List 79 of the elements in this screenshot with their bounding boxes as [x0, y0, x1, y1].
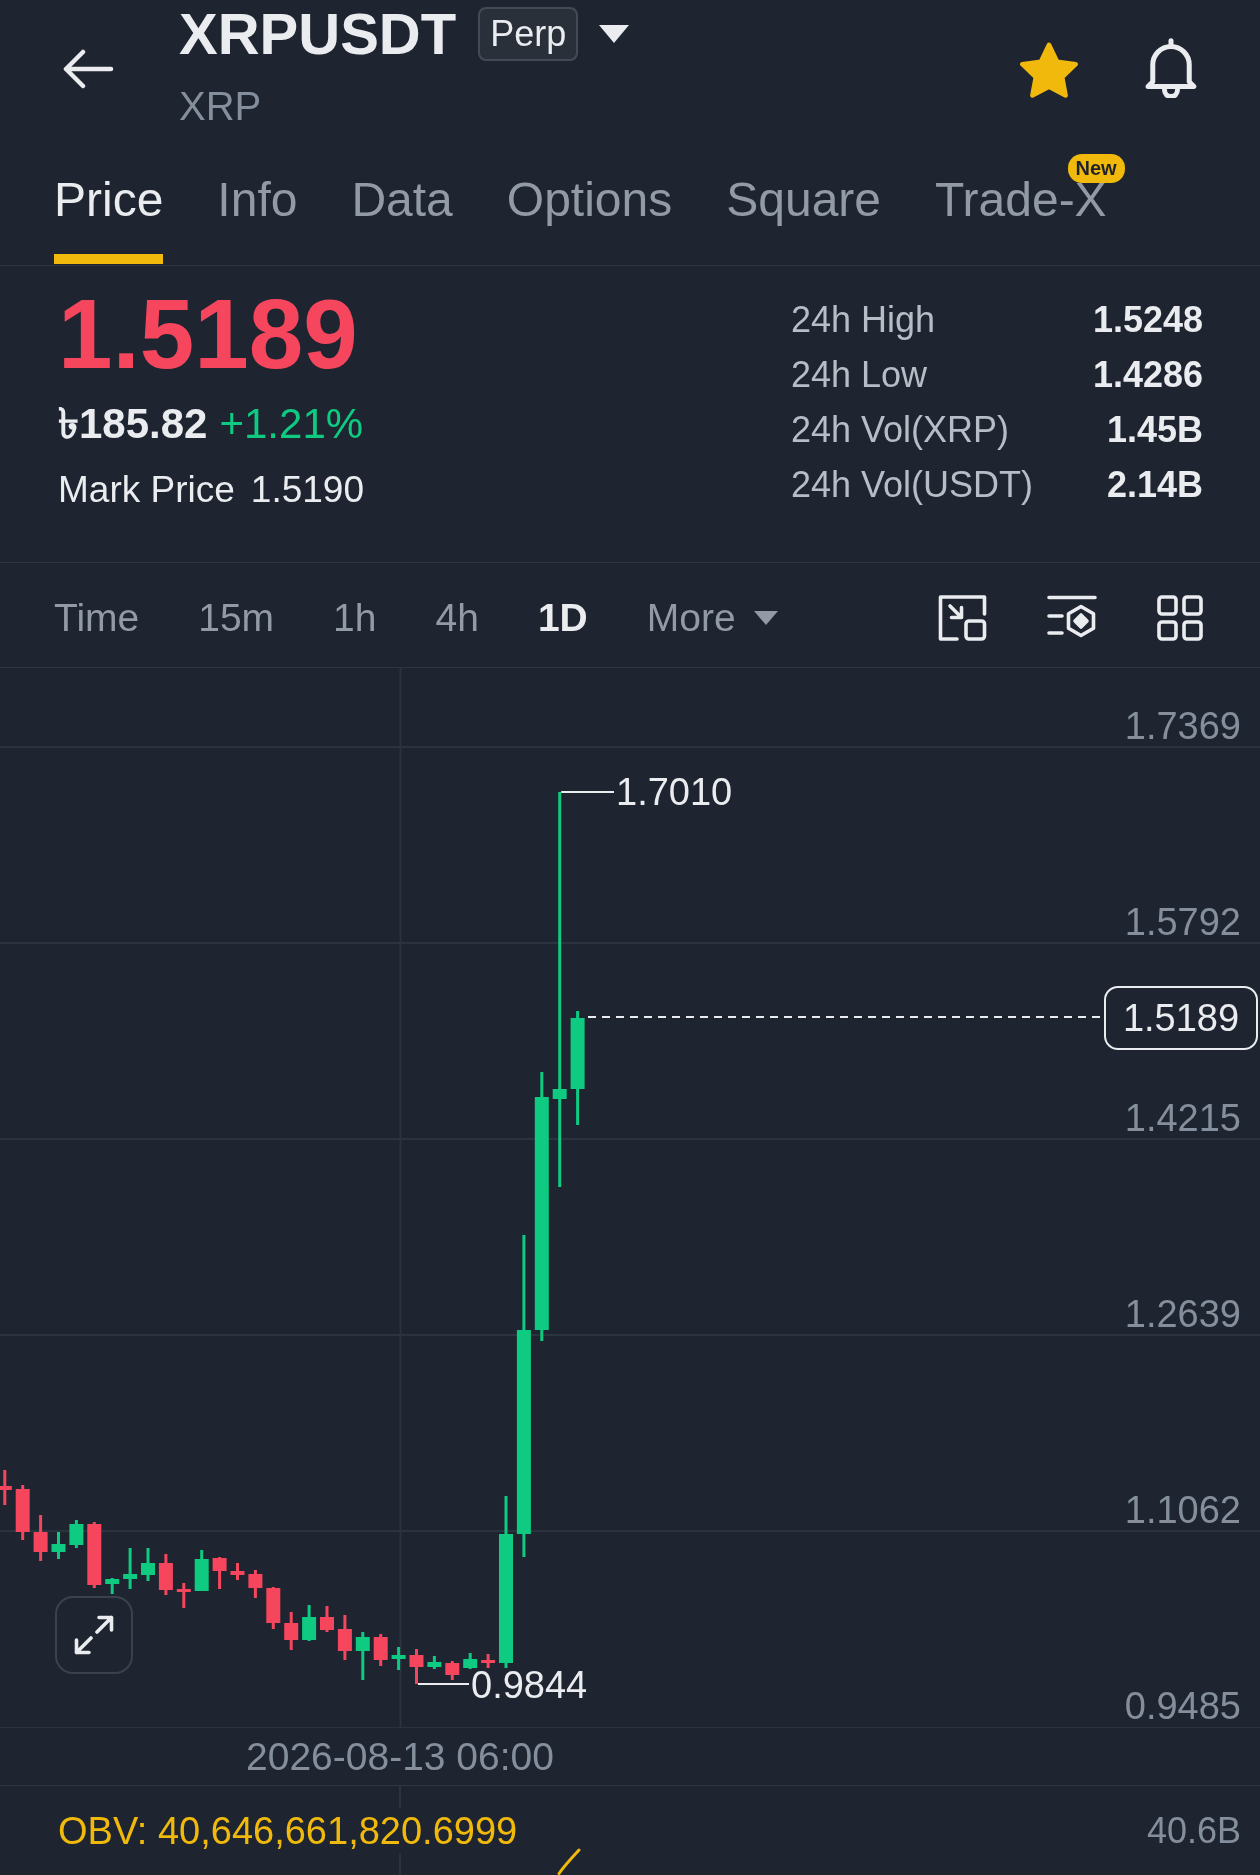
candle — [337, 1615, 352, 1660]
indicator-axis-label: 40.6B — [1146, 1808, 1241, 1853]
interval-tab[interactable]: Time — [54, 594, 140, 641]
new-badge: New — [1067, 154, 1125, 183]
mark-price-label: Mark Price — [58, 468, 235, 512]
candle — [391, 1647, 406, 1670]
fiat-price: ৳185.82 — [58, 400, 208, 448]
candle — [266, 1587, 281, 1629]
candle — [176, 1583, 191, 1608]
grid-icon[interactable] — [1157, 594, 1203, 641]
time-axis-label: 2026-08-13 06:00 — [246, 1733, 554, 1780]
contract-type-badge: Perp — [478, 7, 579, 61]
candle — [15, 1485, 30, 1540]
low-price-label: 0.9844 — [471, 1664, 588, 1706]
candle — [248, 1570, 263, 1598]
base-asset-label: XRP — [179, 84, 262, 128]
high-price-label: 1.7010 — [616, 771, 733, 813]
price-axis-label: 1.2639 — [1124, 1293, 1241, 1335]
stat-label: 24h Vol(USDT) — [791, 463, 1034, 506]
tab[interactable]: Price — [54, 173, 164, 264]
candle — [69, 1520, 84, 1548]
indicator-line — [557, 1848, 581, 1875]
interval-tab[interactable]: 1h — [333, 594, 377, 641]
candle — [194, 1550, 209, 1591]
candle — [87, 1522, 102, 1588]
interval-tab[interactable]: 15m — [198, 594, 275, 641]
mark-price-value: 1.5190 — [250, 468, 364, 512]
price-axis-label: 1.7369 — [1124, 705, 1241, 747]
expand-button[interactable] — [55, 1596, 133, 1674]
stat-label: 24h Vol(XRP) — [791, 408, 1010, 451]
stat-value: 1.45B — [1106, 408, 1203, 451]
stat-value: 2.14B — [1106, 463, 1203, 506]
candle — [230, 1563, 245, 1580]
leader-line — [560, 791, 615, 793]
square-arrow-icon[interactable] — [938, 594, 987, 641]
tab[interactable]: Data — [351, 173, 453, 264]
candle — [33, 1515, 48, 1561]
interval-tab[interactable]: 4h — [435, 594, 479, 641]
candle — [445, 1661, 460, 1680]
price-axis-label: 1.1062 — [1124, 1489, 1241, 1531]
candle — [284, 1612, 299, 1650]
price-axis-label: 0.9485 — [1124, 1685, 1241, 1727]
tab[interactable]: Info — [217, 173, 298, 264]
candle — [320, 1606, 334, 1632]
more-button[interactable]: More — [646, 594, 778, 641]
candle — [123, 1548, 138, 1589]
last-price: 1.5189 — [58, 284, 359, 384]
candle — [212, 1557, 227, 1589]
candle — [463, 1653, 478, 1669]
candle — [0, 1470, 12, 1505]
stat-value: 1.5248 — [1092, 298, 1203, 341]
price-axis-label: 1.4215 — [1124, 1097, 1241, 1139]
candle — [409, 1649, 424, 1684]
stat-value: 1.4286 — [1092, 353, 1203, 396]
candle — [481, 1654, 496, 1668]
interval-tab[interactable]: 1D — [537, 594, 588, 641]
candle — [141, 1548, 155, 1581]
tab[interactable]: Square — [726, 173, 881, 264]
last-price-tag: 1.5189 — [1104, 986, 1258, 1050]
candle — [355, 1632, 370, 1680]
candle — [302, 1605, 317, 1641]
caret-icon — [753, 610, 778, 625]
candle — [51, 1532, 66, 1559]
tab[interactable]: Options — [506, 173, 673, 264]
expand-icon — [74, 1615, 114, 1655]
price-change: +1.21% — [219, 400, 364, 448]
star-icon[interactable] — [1019, 42, 1079, 98]
leader-line — [417, 1683, 470, 1685]
back-arrow-icon[interactable] — [62, 49, 114, 89]
indicator-value: OBV: 40,646,661,820.6999 — [58, 1808, 518, 1853]
stat-label: 24h Low — [791, 353, 928, 396]
candle — [105, 1578, 120, 1594]
caret-icon[interactable] — [599, 25, 630, 43]
candle — [373, 1634, 388, 1666]
candle — [158, 1554, 173, 1595]
stat-label: 24h High — [791, 298, 936, 341]
candle — [427, 1656, 442, 1669]
price-axis-label: 1.5792 — [1124, 901, 1241, 943]
symbol-title: XRPUSDT — [179, 1, 457, 67]
